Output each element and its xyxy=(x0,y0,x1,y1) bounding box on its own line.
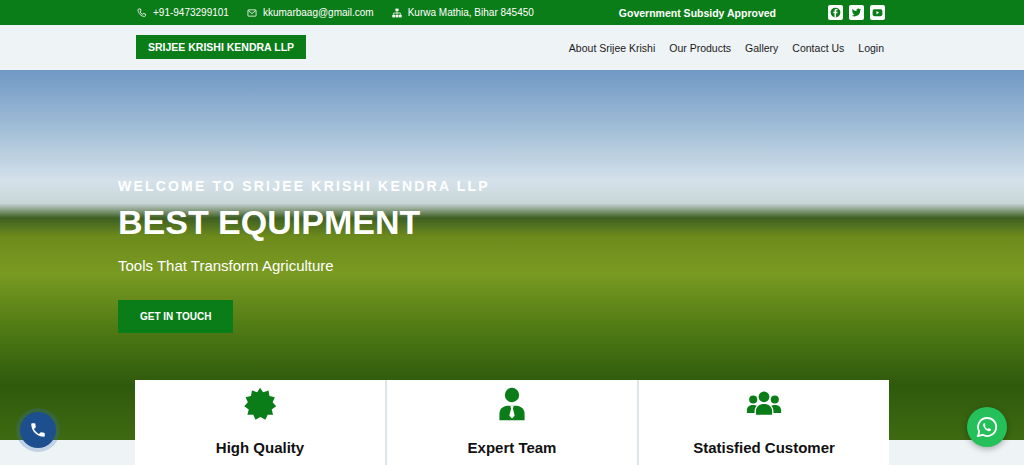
feature-card: Statisfied Customer xyxy=(639,380,889,465)
subsidy-notice: Government Subsidy Approved xyxy=(619,7,776,19)
phone-text: +91-9473299101 xyxy=(153,7,229,18)
call-button[interactable] xyxy=(20,412,56,448)
email-text: kkumarbaag@gmail.com xyxy=(263,7,374,18)
feature-title: Statisfied Customer xyxy=(693,439,835,456)
hero-title: BEST EQUIPMENT xyxy=(118,202,1024,242)
nav-link[interactable]: Contact Us xyxy=(792,42,844,54)
youtube-icon xyxy=(871,6,884,19)
nav-bar: SRIJEE KRISHI KENDRA LLP About Srijee Kr… xyxy=(0,25,1024,70)
facebook-link[interactable] xyxy=(828,5,843,20)
envelope-icon xyxy=(247,8,257,18)
facebook-icon xyxy=(829,6,842,19)
top-bar: +91-9473299101 kkumarbaag@gmail.com Kurw… xyxy=(0,0,1024,25)
feature-card: Expert Team xyxy=(387,380,637,465)
nav-link[interactable]: Gallery xyxy=(745,42,778,54)
logo[interactable]: SRIJEE KRISHI KENDRA LLP xyxy=(136,35,306,59)
hero-subtitle: Tools That Transform Agriculture xyxy=(118,256,1024,276)
group-icon xyxy=(746,386,782,422)
twitter-icon xyxy=(850,6,863,19)
phone-icon xyxy=(29,421,47,439)
sitemap-icon xyxy=(392,8,402,18)
feature-title: Expert Team xyxy=(468,439,557,456)
whatsapp-button[interactable] xyxy=(967,407,1007,447)
person-icon xyxy=(494,386,530,422)
address-contact: Kurwa Mathia, Bihar 845450 xyxy=(392,7,534,18)
youtube-link[interactable] xyxy=(870,5,885,20)
features: High Quality Expert Team Statisfied Cust… xyxy=(135,380,889,465)
page: +91-9473299101 kkumarbaag@gmail.com Kurw… xyxy=(0,0,1024,465)
feature-card: High Quality xyxy=(135,380,385,465)
phone-icon xyxy=(137,8,147,18)
phone-contact[interactable]: +91-9473299101 xyxy=(137,7,229,18)
address-text: Kurwa Mathia, Bihar 845450 xyxy=(408,7,534,18)
nav-link[interactable]: Login xyxy=(858,42,884,54)
social-links xyxy=(828,5,885,20)
badge-icon xyxy=(242,386,278,422)
hero-content: WELCOME TO SRIJEE KRISHI KENDRA LLP BEST… xyxy=(118,178,1024,333)
nav-link[interactable]: Our Products xyxy=(669,42,731,54)
nav-menu: About Srijee Krishi Our Products Gallery Co… xyxy=(569,42,884,54)
get-in-touch-button[interactable]: GET IN TOUCH xyxy=(118,300,233,333)
nav-link[interactable]: About Srijee Krishi xyxy=(569,42,655,54)
whatsapp-icon xyxy=(975,415,999,439)
email-contact[interactable]: kkumarbaag@gmail.com xyxy=(247,7,374,18)
feature-title: High Quality xyxy=(216,439,304,456)
twitter-link[interactable] xyxy=(849,5,864,20)
hero-eyebrow: WELCOME TO SRIJEE KRISHI KENDRA LLP xyxy=(118,178,1024,194)
